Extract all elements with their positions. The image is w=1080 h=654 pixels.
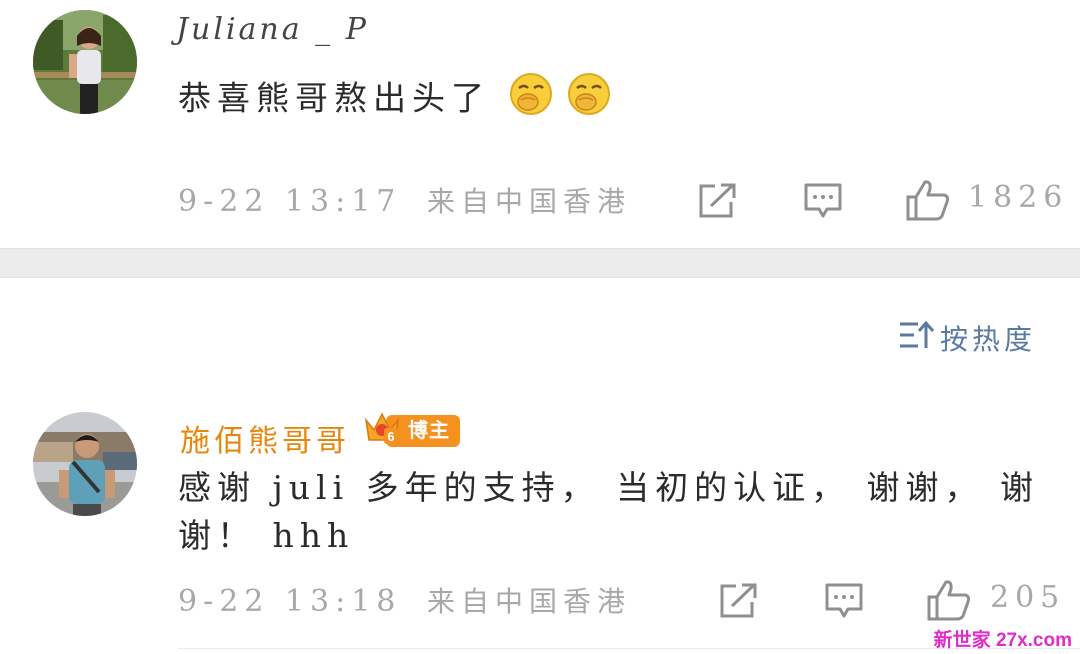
section-divider (0, 248, 1080, 278)
avatar[interactable] (33, 10, 137, 114)
sort-label: 按热度 (939, 323, 1036, 356)
comment-text-line: 感谢 juli 多年的支持， 当初的认证， 谢谢， 谢 (178, 468, 1040, 507)
timestamp: 9-22 13:18 (178, 584, 402, 619)
like-count: 1826 (968, 180, 1069, 215)
blogger-badge: 6 博主 (362, 412, 460, 448)
username[interactable]: Juliana _ P (176, 12, 369, 47)
comment-text-body: 恭喜熊哥熬出头了 (178, 78, 490, 118)
comment-meta: 9-22 13:17 来自中国香港 (178, 180, 631, 220)
sort-by-heat-button[interactable]: 按热度 (898, 318, 1036, 358)
timestamp: 9-22 13:17 (178, 184, 402, 219)
username[interactable]: 施佰熊哥哥 (180, 416, 350, 460)
laugh-emoji-icon (567, 72, 611, 129)
comment-text: 感谢 juli 多年的支持， 当初的认证， 谢谢， 谢 谢！ hhh (178, 464, 1058, 560)
laugh-emoji-icon (509, 72, 553, 129)
source: 来自中国香港 (426, 185, 631, 218)
watermark: 新世家 27x.com (933, 630, 1072, 651)
avatar[interactable] (33, 412, 137, 516)
comment-meta: 9-22 13:18 来自中国香港 (178, 580, 631, 620)
source: 来自中国香港 (426, 585, 631, 618)
comment-text: 恭喜熊哥熬出头了 (178, 72, 611, 129)
like-count: 205 (990, 580, 1066, 615)
sort-icon (898, 320, 935, 357)
share-icon[interactable] (697, 182, 739, 224)
comment-icon[interactable] (824, 582, 864, 624)
comment-text-line: 谢！ hhh (178, 516, 355, 555)
comment-1: Juliana _ P 恭喜熊哥熬出头了 9-22 13:17 来自中国香港 1… (0, 0, 1080, 248)
like-icon[interactable] (926, 578, 972, 626)
like-icon[interactable] (905, 178, 951, 226)
comment-2: 施佰熊哥哥 6 博主 感谢 juli 多年的支持， 当初的认证， 谢谢， 谢 谢… (0, 400, 1080, 654)
badge-level: 6 (387, 429, 394, 444)
comment-icon[interactable] (803, 182, 843, 224)
share-icon[interactable] (718, 582, 760, 624)
crown-level-icon: 6 (362, 410, 402, 452)
